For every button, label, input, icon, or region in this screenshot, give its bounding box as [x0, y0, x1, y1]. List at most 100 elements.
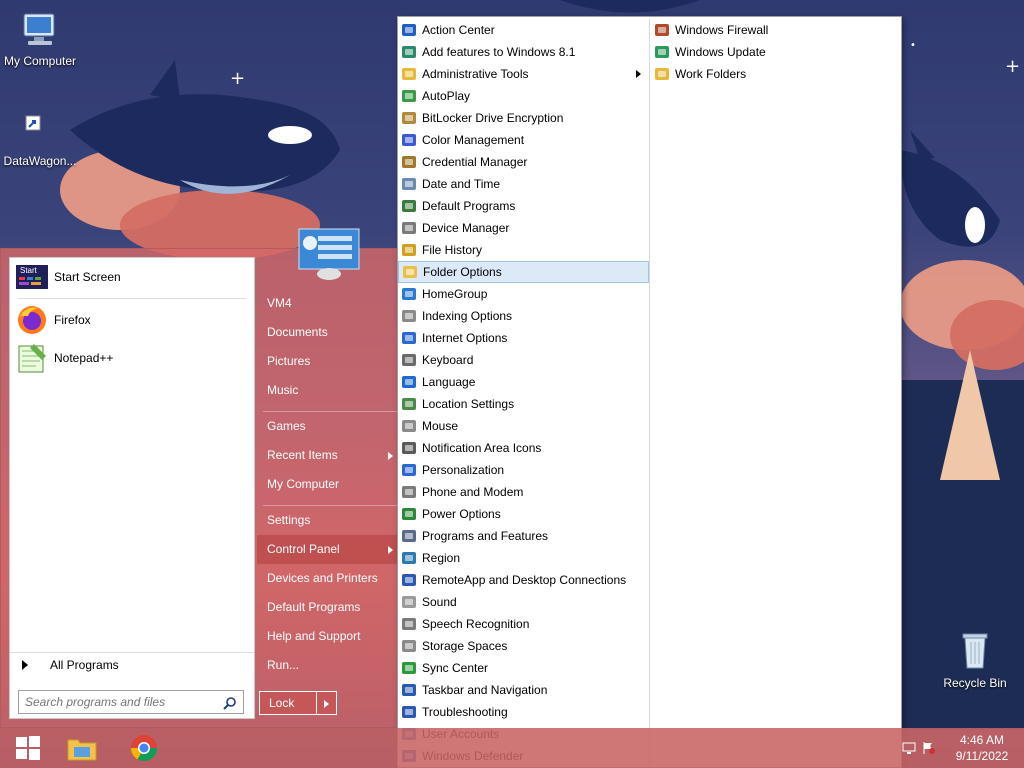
control-panel-item-folder-options[interactable]: Folder Options	[398, 261, 649, 283]
taskbar-file-explorer[interactable]	[54, 728, 110, 768]
folder-icon	[67, 739, 97, 761]
control-panel-item-notification-area-icons[interactable]: Notification Area Icons	[398, 437, 649, 459]
places-item-my-computer[interactable]: My Computer	[257, 470, 399, 499]
control-panel-item-windows-update[interactable]: Windows Update	[651, 41, 901, 63]
taskbar-clock[interactable]: 4:46 AM 9/11/2022	[940, 732, 1024, 764]
desktop-icon-datawagon[interactable]: DataWagon...	[0, 110, 80, 168]
control-panel-item-date-and-time[interactable]: Date and Time	[398, 173, 649, 195]
control-panel-item-file-history[interactable]: File History	[398, 239, 649, 261]
pinned-item-label: Firefox	[54, 313, 91, 327]
control-panel-menu: Action Center Add features to Windows 8.1…	[397, 16, 902, 768]
pinned-item-start-screen[interactable]: Start Start Screen	[10, 258, 254, 296]
control-panel-item-sync-center[interactable]: Sync Center	[398, 657, 649, 679]
pinned-item-firefox[interactable]: Firefox	[10, 301, 254, 339]
control-panel-item-language[interactable]: Language	[398, 371, 649, 393]
control-panel-item-action-center[interactable]: Action Center	[398, 19, 649, 41]
search-box[interactable]	[18, 690, 244, 714]
desktop-icon-my-computer[interactable]: My Computer	[0, 10, 80, 68]
places-item-documents[interactable]: Documents	[257, 318, 399, 347]
places-item-settings[interactable]: Settings	[257, 506, 399, 535]
control-panel-item-mouse[interactable]: Mouse	[398, 415, 649, 437]
control-panel-item-power-options[interactable]: Power Options	[398, 503, 649, 525]
places-item-music[interactable]: Music	[257, 376, 399, 405]
lock-options-button[interactable]	[317, 691, 337, 715]
control-panel-item-sound[interactable]: Sound	[398, 591, 649, 613]
control-panel-item-label: Indexing Options	[422, 309, 513, 323]
autoplay-icon	[402, 90, 416, 102]
control-panel-item-color-management[interactable]: Color Management	[398, 129, 649, 151]
places-item-label: Settings	[267, 513, 311, 527]
chevron-right-icon	[636, 70, 641, 78]
places-item-control-panel[interactable]: Control Panel	[257, 535, 399, 564]
control-panel-item-taskbar-and-navigation[interactable]: Taskbar and Navigation	[398, 679, 649, 701]
control-panel-item-default-programs[interactable]: Default Programs	[398, 195, 649, 217]
control-panel-item-programs-and-features[interactable]: Programs and Features	[398, 525, 649, 547]
control-panel-item-location-settings[interactable]: Location Settings	[398, 393, 649, 415]
places-item-devices-and-printers[interactable]: Devices and Printers	[257, 564, 399, 593]
flag-icon	[402, 24, 416, 36]
control-panel-item-label: Speech Recognition	[422, 617, 530, 631]
control-panel-item-phone-and-modem[interactable]: Phone and Modem	[398, 481, 649, 503]
control-panel-item-label: Personalization	[422, 463, 505, 477]
control-panel-item-work-folders[interactable]: Work Folders	[651, 63, 901, 85]
action-center-flag-icon[interactable]	[922, 741, 936, 755]
control-panel-item-label: Sound	[422, 595, 457, 609]
firewall-icon	[655, 24, 669, 36]
system-tray: 4:46 AM 9/11/2022	[902, 728, 1024, 768]
desktop-icon-recycle-bin[interactable]: Recycle Bin	[935, 628, 1015, 690]
places-item-games[interactable]: Games	[257, 412, 399, 441]
keyboard-icon	[402, 354, 416, 366]
all-programs-button[interactable]: All Programs	[10, 652, 254, 676]
indexing-icon	[402, 310, 416, 322]
chevron-right-icon	[22, 659, 28, 670]
control-panel-item-windows-firewall[interactable]: Windows Firewall	[651, 19, 901, 41]
places-item-recent-items[interactable]: Recent Items	[257, 441, 399, 470]
control-panel-item-personalization[interactable]: Personalization	[398, 459, 649, 481]
control-panel-item-remoteapp-and-desktop-connections[interactable]: RemoteApp and Desktop Connections	[398, 569, 649, 591]
file-history-icon	[402, 244, 416, 256]
chevron-right-icon	[388, 546, 393, 554]
control-panel-item-bitlocker-drive-encryption[interactable]: BitLocker Drive Encryption	[398, 107, 649, 129]
control-panel-item-autoplay[interactable]: AutoPlay	[398, 85, 649, 107]
control-panel-item-troubleshooting[interactable]: Troubleshooting	[398, 701, 649, 723]
lock-button[interactable]: Lock	[259, 691, 317, 715]
mouse-icon	[402, 420, 416, 432]
places-item-default-programs[interactable]: Default Programs	[257, 593, 399, 622]
credential-icon	[402, 156, 416, 168]
sparkle-icon: •	[910, 40, 916, 51]
search-icon[interactable]	[223, 696, 237, 710]
control-panel-item-speech-recognition[interactable]: Speech Recognition	[398, 613, 649, 635]
location-icon	[402, 398, 416, 410]
places-item-vm4[interactable]: VM4	[257, 289, 399, 318]
search-input[interactable]	[25, 695, 215, 709]
network-icon[interactable]	[902, 741, 916, 755]
desktop-icon-label: DataWagon...	[3, 154, 77, 168]
pinned-item-notepadpp[interactable]: Notepad++	[10, 339, 254, 377]
control-panel-item-homegroup[interactable]: HomeGroup	[398, 283, 649, 305]
microphone-icon	[402, 618, 416, 630]
control-panel-item-storage-spaces[interactable]: Storage Spaces	[398, 635, 649, 657]
control-panel-item-label: Sync Center	[422, 661, 489, 675]
start-button[interactable]	[0, 728, 56, 768]
places-item-help-and-support[interactable]: Help and Support	[257, 622, 399, 651]
work-folders-icon	[655, 68, 669, 80]
separator	[18, 298, 246, 299]
control-panel-item-keyboard[interactable]: Keyboard	[398, 349, 649, 371]
control-panel-item-internet-options[interactable]: Internet Options	[398, 327, 649, 349]
taskbar-chrome[interactable]	[116, 728, 172, 768]
control-panel-item-indexing-options[interactable]: Indexing Options	[398, 305, 649, 327]
control-panel-item-add-features-to-windows-8-1[interactable]: Add features to Windows 8.1	[398, 41, 649, 63]
control-panel-item-label: File History	[422, 243, 483, 257]
control-panel-item-label: Folder Options	[423, 265, 502, 279]
control-panel-item-label: BitLocker Drive Encryption	[422, 111, 564, 125]
control-panel-item-device-manager[interactable]: Device Manager	[398, 217, 649, 239]
control-panel-item-administrative-tools[interactable]: Administrative Tools	[398, 63, 649, 85]
power-icon	[402, 508, 416, 520]
places-item-run[interactable]: Run...	[257, 651, 399, 680]
control-panel-item-region[interactable]: Region	[398, 547, 649, 569]
places-item-pictures[interactable]: Pictures	[257, 347, 399, 376]
phone-icon	[402, 486, 416, 498]
places-item-label: Default Programs	[267, 600, 361, 614]
places-item-label: Documents	[267, 325, 328, 339]
control-panel-item-credential-manager[interactable]: Credential Manager	[398, 151, 649, 173]
